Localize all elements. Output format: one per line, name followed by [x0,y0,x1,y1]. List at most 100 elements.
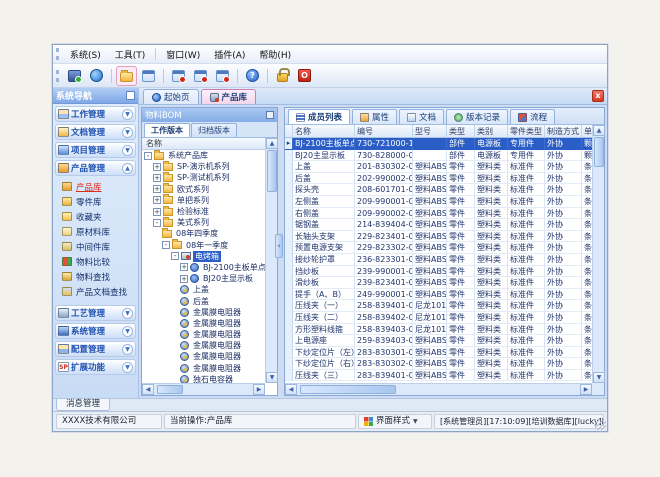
table-row[interactable]: 滑纱板239-823401-00I塑料ABS零件塑料类标准件外协条 [285,277,592,289]
grid-horizontal-scrollbar[interactable]: ◀ ▶ [285,383,592,395]
members-tab[interactable]: 文档 [399,109,444,124]
tree-node[interactable]: -08年一季度 [142,240,265,251]
table-row[interactable]: 挡纱板239-990001-01I塑料ABS零件塑料类标准件外协条 [285,266,592,278]
resize-grip[interactable] [595,419,606,430]
tree-node[interactable]: +BJ20主显示板 [142,273,265,284]
tree-horizontal-scrollbar[interactable]: ◀ ▶ [142,383,265,395]
sidebar-section-header-0[interactable]: 工作管理▼ [55,106,136,122]
tree-node[interactable]: 独石电容器 [142,374,265,383]
tree-node[interactable]: +SP-测试机系列 [142,172,265,183]
tree-node[interactable]: +检验标准 [142,206,265,217]
monitor-button[interactable] [64,66,85,86]
members-tab[interactable]: 成员列表 [288,109,350,124]
window-add-button[interactable] [190,66,211,86]
table-row[interactable]: 提手（A、B）249-990001-01I塑料ABS零件塑料类标准件外协条 [285,289,592,301]
toolbar-grip[interactable] [56,70,59,82]
globe-button[interactable] [86,66,107,86]
tree-node[interactable]: 08年四季度 [142,228,265,239]
table-row[interactable]: 下纱定位片（右）283-830302-00I塑料ABS零件塑料类标准件外协条 [285,358,592,370]
sidebar-section-header-6[interactable]: 配置管理▼ [55,341,136,357]
chevron-down-icon[interactable]: ▼ [122,145,133,156]
column-header[interactable]: 单位 [582,125,592,138]
table-row[interactable]: ▸BJ-2100主板单点730-721000-12I部件电源板专用件外协颗 [285,138,592,150]
chevron-down-icon[interactable]: ▼ [122,127,133,138]
column-header[interactable]: 名称 [293,125,355,138]
expand-icon[interactable]: + [180,263,188,271]
expand-icon[interactable]: + [153,174,161,182]
column-header[interactable]: 编号 [355,125,413,138]
table-row[interactable]: 压线夹（三）283-839401-00I塑料ABS零件塑料类标准件外协条 [285,370,592,382]
tree-node[interactable]: -美式系列 [142,217,265,228]
scroll-right-icon[interactable]: ▶ [580,384,592,395]
chevron-down-icon[interactable]: ▼ [122,362,133,373]
lock-button[interactable] [272,66,293,86]
expand-icon[interactable]: + [180,275,188,283]
tree-node[interactable]: +欧式系列 [142,184,265,195]
table-row[interactable]: 右侧盖209-990002-01I塑料ABS零件塑料类标准件外协条 [285,208,592,220]
exit-button[interactable] [294,66,315,86]
tree-node[interactable]: +单把系列 [142,195,265,206]
sidebar-item[interactable]: 产品文档查找 [55,284,136,299]
menu-item-0[interactable]: 系统(S) [63,46,108,63]
tree-column-header[interactable]: 名称 [142,138,265,150]
tree-node[interactable]: -系统产品库 [142,150,265,161]
tree-node[interactable]: 金属膜电阻器 [142,340,265,351]
table-row[interactable]: 锯钢盖214-839404-01I塑料ABS零件塑料类标准件外协条 [285,219,592,231]
sidebar-item[interactable]: 零件库 [55,194,136,209]
tree-node[interactable]: 金属膜电阻器 [142,307,265,318]
members-tab[interactable]: 属性 [352,109,397,124]
sidebar-section-header-4[interactable]: 工艺管理▼ [55,305,136,321]
mail-delete-button[interactable] [168,66,189,86]
collapse-icon[interactable]: - [144,152,152,160]
table-row[interactable]: 接纱轮护罩236-823301-00I塑料ABS零件塑料类标准件外协条 [285,254,592,266]
tree-node[interactable]: +BJ-2100主板单点 [142,262,265,273]
chevron-down-icon[interactable]: ▼ [122,326,133,337]
folder-button[interactable] [116,66,137,86]
table-row[interactable]: 压线夹（一）258-839401-00I尼龙1010零件塑料类标准件外协条 [285,300,592,312]
sidebar-section-header-1[interactable]: 文档管理▼ [55,124,136,140]
scroll-up-icon[interactable]: ▲ [266,138,278,149]
table-row[interactable]: 长轴头支架229-823401-00I塑料ABS零件塑料类标准件外协条 [285,231,592,243]
grid-vscroll-thumb[interactable] [594,137,604,167]
tree-node[interactable]: 金属膜电阻器 [142,329,265,340]
collapse-splitter-button[interactable]: ‹ [275,234,283,258]
column-header[interactable]: 制造方式 [545,125,582,138]
collapse-icon[interactable]: - [153,219,161,227]
help-button[interactable] [242,66,263,86]
sidebar-options-icon[interactable] [126,91,135,100]
column-header[interactable]: 型号 [413,125,447,138]
table-row[interactable]: 上电源座259-839403-00I塑料ABS零件塑料类标准件外协条 [285,335,592,347]
tree-node[interactable]: 后盖 [142,295,265,306]
table-row[interactable]: 预置电源支架229-823302-00I塑料ABS零件塑料类标准件外协条 [285,242,592,254]
tree-vertical-scrollbar[interactable]: ▲ ▼ [265,138,277,383]
sidebar-section-header-5[interactable]: 系统管理▼ [55,323,136,339]
expand-icon[interactable]: + [153,185,161,193]
column-header[interactable]: 类型 [447,125,475,138]
sidebar-section-header-3[interactable]: 产品管理▲ [55,160,136,176]
tree-node[interactable]: -电烤箱 [142,251,265,262]
scroll-left-icon[interactable]: ◀ [285,384,297,395]
pin-icon[interactable] [266,111,274,119]
close-tab-button[interactable]: x [592,90,604,102]
table-row[interactable]: 下纱定位片（左）283-830301-00I塑料ABS零件塑料类标准件外协条 [285,347,592,359]
sidebar-item[interactable]: 原材料库 [55,224,136,239]
table-row[interactable]: 探头壳208-601701-01I塑料ABS零件塑料类标准件外协条 [285,184,592,196]
expand-icon[interactable]: + [153,196,161,204]
chevron-down-icon[interactable]: ▼ [122,308,133,319]
expand-icon[interactable]: + [153,163,161,171]
table-row[interactable]: 后盖202-990002-01I塑料ABS零件塑料类标准件外协条 [285,173,592,185]
table-row[interactable]: 方形塑料线箍258-839403-00I尼龙1010零件塑料类标准件外协条 [285,324,592,336]
tree-node[interactable]: 金属膜电阻器 [142,351,265,362]
window-delete-button[interactable] [212,66,233,86]
chevron-up-icon[interactable]: ▲ [122,163,133,174]
bom-tab[interactable]: 工作版本 [144,123,190,137]
grid-hscroll-thumb[interactable] [300,385,396,394]
splitter[interactable]: ‹ [278,107,281,396]
scroll-down-icon[interactable]: ▼ [266,372,278,383]
sidebar-section-header-7[interactable]: 扩展功能▼ [55,359,136,375]
tree-node[interactable]: 金属膜电阻器 [142,318,265,329]
column-header[interactable]: 零件类型 [508,125,545,138]
chevron-down-icon[interactable]: ▼ [122,109,133,120]
collapse-icon[interactable]: - [171,252,179,260]
collapse-icon[interactable]: - [162,241,170,249]
